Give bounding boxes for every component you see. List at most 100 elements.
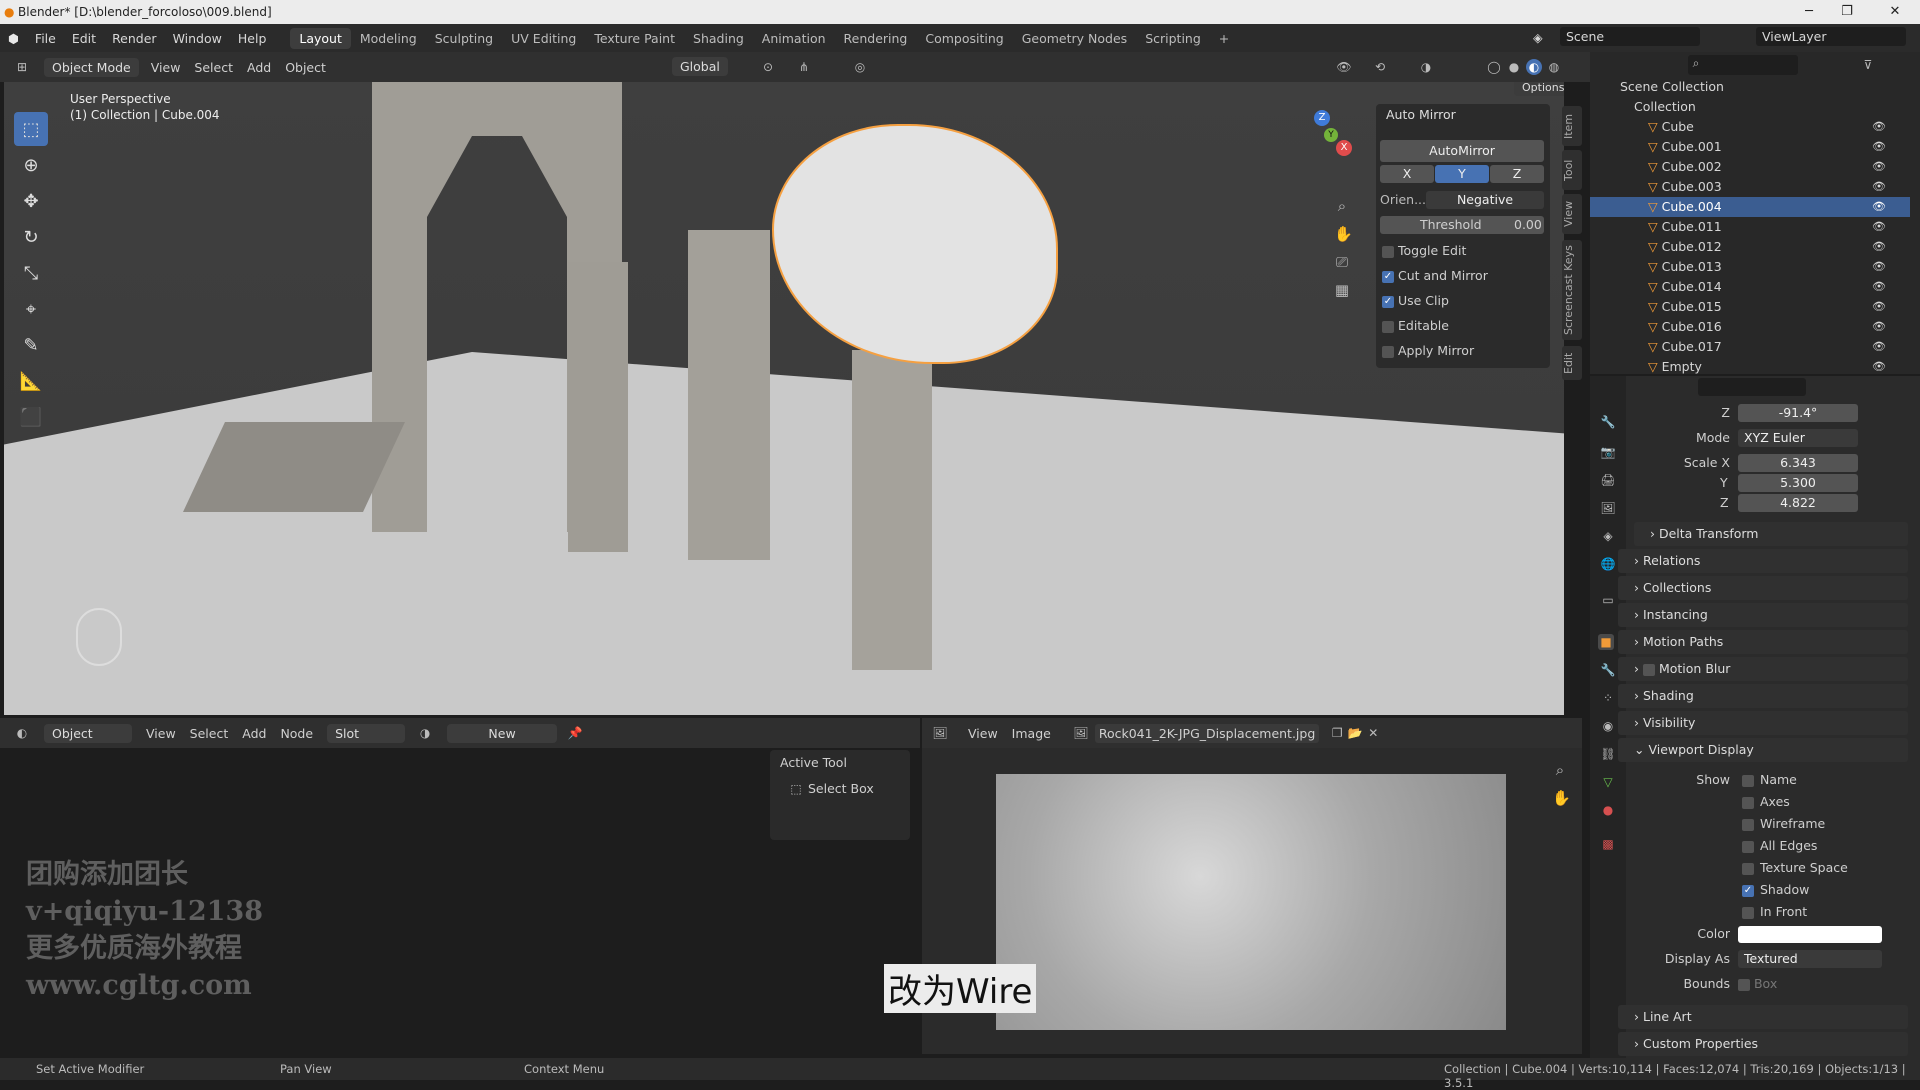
scene-props-icon[interactable]: ◈ — [1600, 528, 1616, 544]
section-delta-transform[interactable]: › Delta Transform — [1634, 522, 1908, 546]
tab-shading[interactable]: Shading — [684, 28, 753, 49]
show-option-checkbox[interactable] — [1742, 774, 1754, 787]
navigation-gizmo[interactable]: Z X Y — [1284, 110, 1354, 180]
overlay-icon[interactable]: ◑ — [1418, 59, 1434, 75]
section-relations[interactable]: › Relations — [1618, 549, 1908, 573]
grid-icon[interactable]: ▦ — [1334, 282, 1350, 298]
image-name-field[interactable]: Rock041_2K-JPG_Displacement.jpg — [1094, 723, 1320, 743]
show-option-checkbox[interactable] — [1742, 862, 1754, 875]
node-menu-add[interactable]: Add — [242, 726, 266, 741]
section-custom-properties[interactable]: › Custom Properties — [1618, 1032, 1908, 1056]
section-viewport-display[interactable]: ⌄ Viewport Display — [1618, 738, 1908, 762]
eye-icon[interactable]: 👁 — [1872, 217, 1886, 237]
outliner-item[interactable]: ▽ Cube.015 👁 — [1590, 297, 1910, 317]
material-props-icon[interactable]: ● — [1600, 802, 1616, 818]
modifier-props-icon[interactable]: 🔧 — [1600, 662, 1616, 678]
automirror-button[interactable]: AutoMirror — [1380, 140, 1544, 162]
tab-sculpting[interactable]: Sculpting — [426, 28, 502, 49]
new-material-button[interactable]: New — [447, 723, 558, 743]
texture-props-icon[interactable]: ▩ — [1600, 836, 1616, 852]
close-icon[interactable]: ✕ — [1872, 0, 1918, 24]
show-option-checkbox[interactable] — [1742, 840, 1754, 853]
outliner-scene-collection[interactable]: Scene Collection — [1590, 77, 1910, 97]
tab-item[interactable]: Item — [1562, 106, 1582, 146]
outliner-item[interactable]: ▽ Cube 👁 — [1590, 117, 1910, 137]
toggle-edit-checkbox[interactable] — [1382, 245, 1394, 258]
use-clip-checkbox[interactable]: ✓ — [1382, 295, 1394, 308]
add-workspace-button[interactable]: + — [1210, 28, 1238, 49]
visibility-icon[interactable]: 👁 — [1336, 59, 1352, 75]
move-tool-icon[interactable]: ✥ — [14, 184, 48, 218]
scene-selector[interactable]: Scene — [1560, 27, 1700, 46]
active-tool-title[interactable]: Active Tool — [780, 752, 847, 774]
vp-menu-view[interactable]: View — [151, 60, 181, 75]
material-shading-icon[interactable]: ◐ — [1526, 59, 1542, 75]
selected-rock-cube-004[interactable] — [772, 124, 1058, 364]
menu-render[interactable]: Render — [104, 31, 165, 46]
add-cube-tool-icon[interactable]: ⬛ — [14, 400, 48, 434]
eye-icon[interactable]: 👁 — [1872, 177, 1886, 197]
outliner-item[interactable]: ▽ Cube.017 👁 — [1590, 337, 1910, 357]
image-unlink-icon[interactable]: ✕ — [1365, 725, 1381, 741]
section-motion-paths[interactable]: › Motion Paths — [1618, 630, 1908, 654]
eye-icon[interactable]: 👁 — [1872, 137, 1886, 157]
pivot-icon[interactable]: ⊙ — [760, 59, 776, 75]
node-object-dropdown[interactable]: Object — [44, 723, 132, 743]
tool-props-icon[interactable]: 🔧 — [1600, 414, 1616, 430]
section-instancing[interactable]: › Instancing — [1618, 603, 1908, 627]
transform-orientation-dropdown[interactable]: Global — [672, 57, 728, 76]
vp-menu-add[interactable]: Add — [247, 60, 271, 75]
blender-menu-icon[interactable]: ⬢ — [0, 31, 27, 46]
tab-scripting[interactable]: Scripting — [1136, 28, 1210, 49]
tab-tool[interactable]: Tool — [1562, 150, 1582, 190]
editor-type-icon[interactable]: ⊞ — [14, 59, 30, 75]
view-layer-props-icon[interactable]: 🖼 — [1600, 500, 1616, 516]
3d-viewport[interactable]: User Perspective (1) Collection | Cube.0… — [4, 82, 1564, 715]
snap-icon[interactable]: ⋔ — [796, 59, 812, 75]
maximize-icon[interactable]: ❐ — [1824, 0, 1870, 24]
tab-compositing[interactable]: Compositing — [916, 28, 1012, 49]
select-box-icon[interactable]: ⬚ — [788, 781, 804, 797]
output-props-icon[interactable]: 🖨 — [1600, 472, 1616, 488]
eye-icon[interactable]: 👁 — [1872, 337, 1886, 357]
eye-icon[interactable]: 👁 — [1872, 357, 1886, 377]
wireframe-shading-icon[interactable]: ◯ — [1486, 59, 1502, 75]
pan-icon[interactable]: ✋ — [1334, 226, 1353, 242]
displacement-image[interactable] — [996, 774, 1506, 1030]
image-menu-view[interactable]: View — [968, 726, 998, 741]
show-option-checkbox[interactable] — [1742, 818, 1754, 831]
eye-icon[interactable]: 👁 — [1872, 197, 1886, 217]
material-icon[interactable]: ◑ — [417, 725, 433, 741]
node-editor-type-icon[interactable]: ◐ — [14, 725, 30, 741]
show-option-checkbox[interactable] — [1742, 906, 1754, 919]
section-visibility[interactable]: › Visibility — [1618, 711, 1908, 735]
menu-edit[interactable]: Edit — [64, 31, 104, 46]
section-motion-blur[interactable]: › Motion Blur — [1618, 657, 1908, 681]
solid-shading-icon[interactable]: ● — [1506, 59, 1522, 75]
particles-props-icon[interactable]: ⁘ — [1600, 690, 1616, 706]
menu-file[interactable]: File — [27, 31, 64, 46]
image-pan-icon[interactable]: ✋ — [1552, 790, 1571, 806]
outliner-item[interactable]: ▽ Cube.011 👁 — [1590, 217, 1910, 237]
outliner-collection[interactable]: Collection — [1590, 97, 1910, 117]
select-tool-icon[interactable]: ⬚ — [14, 112, 48, 146]
scale-x-field[interactable]: 6.343 — [1738, 454, 1858, 472]
outliner-item[interactable]: ▽ Cube.004 👁 — [1590, 197, 1910, 217]
annotate-tool-icon[interactable]: ✎ — [14, 328, 48, 362]
outliner-item[interactable]: ▽ Cube.001 👁 — [1590, 137, 1910, 157]
eye-icon[interactable]: 👁 — [1872, 237, 1886, 257]
bounds-type[interactable]: Box — [1754, 976, 1777, 991]
outliner-item[interactable]: ▽ Cube.003 👁 — [1590, 177, 1910, 197]
proportional-icon[interactable]: ◎ — [852, 59, 868, 75]
scale-y-field[interactable]: 5.300 — [1738, 474, 1858, 492]
tab-edit[interactable]: Edit — [1562, 346, 1582, 380]
outliner-item[interactable]: ▽ Cube.012 👁 — [1590, 237, 1910, 257]
section-line-art[interactable]: › Line Art — [1618, 1005, 1908, 1029]
tab-layout[interactable]: Layout — [290, 27, 351, 49]
menu-help[interactable]: Help — [230, 31, 275, 46]
scale-z-field[interactable]: 4.822 — [1738, 494, 1858, 512]
rotation-mode-dropdown[interactable]: XYZ Euler — [1738, 429, 1858, 447]
eye-icon[interactable]: 👁 — [1872, 277, 1886, 297]
section-collections[interactable]: › Collections — [1618, 576, 1908, 600]
tab-modeling[interactable]: Modeling — [351, 28, 426, 49]
